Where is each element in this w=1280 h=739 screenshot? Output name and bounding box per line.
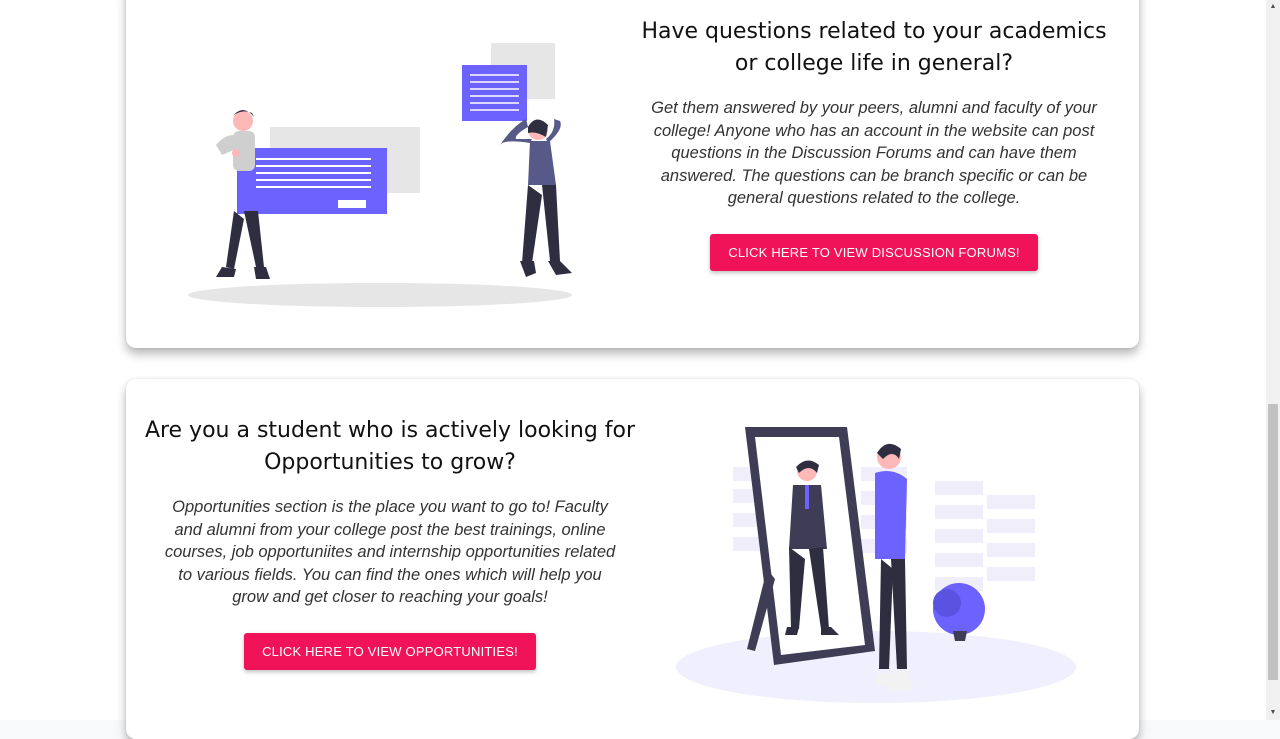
discussion-text-block: Have questions related to your academics…: [638, 16, 1110, 271]
opportunities-text-block: Are you a student who is actively lookin…: [142, 415, 638, 670]
opportunities-heading: Are you a student who is actively lookin…: [144, 418, 636, 475]
view-opportunities-button[interactable]: CLICK HERE TO VIEW OPPORTUNITIES!: [244, 632, 536, 670]
discussion-heading: Have questions related to your academics…: [641, 19, 1107, 76]
page-scrollbar[interactable]: ▲ ▼: [1266, 0, 1280, 720]
scroll-down-arrow-icon[interactable]: ▼: [1268, 708, 1278, 718]
man-mirror-illustration: [671, 419, 1081, 709]
page: Have questions related to your academics…: [0, 0, 1266, 739]
scrollbar-thumb[interactable]: [1268, 404, 1278, 680]
opportunities-description: Opportunities section is the place you w…: [164, 498, 616, 607]
view-discussion-forums-button[interactable]: CLICK HERE TO VIEW DISCUSSION FORUMS!: [710, 233, 1038, 271]
scroll-up-arrow-icon[interactable]: ▲: [1268, 2, 1278, 12]
opportunities-card: Are you a student who is actively lookin…: [126, 379, 1139, 739]
discussion-forums-card: Have questions related to your academics…: [126, 0, 1139, 348]
discussion-description: Get them answered by your peers, alumni …: [651, 99, 1097, 208]
people-discussion-illustration: [186, 35, 586, 315]
